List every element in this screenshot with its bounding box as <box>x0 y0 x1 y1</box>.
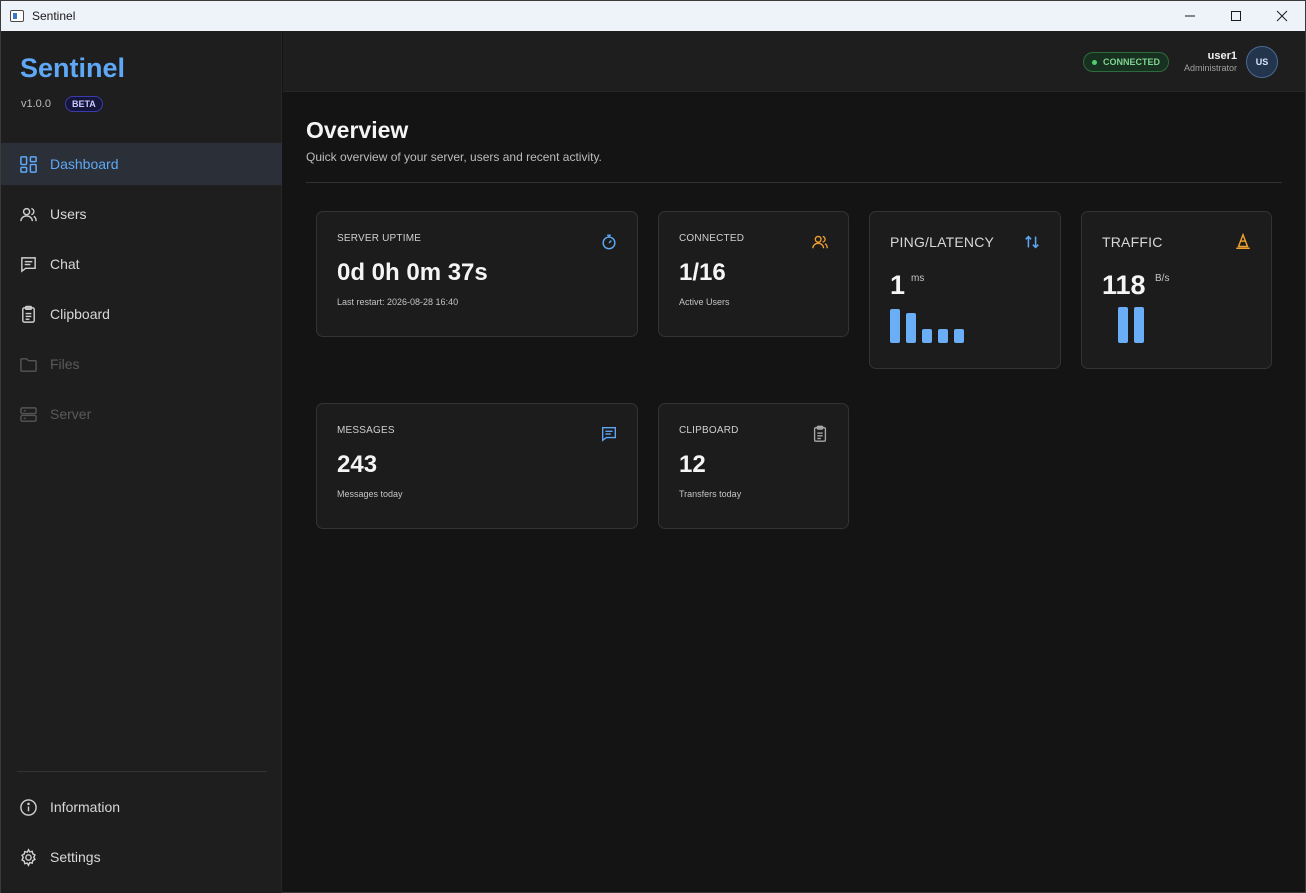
card-unit: ms <box>911 273 925 284</box>
sidebar-item-server[interactable]: Server <box>1 393 282 435</box>
card-value: 12 <box>679 451 706 478</box>
cone-icon <box>1233 232 1253 252</box>
level-bar <box>1118 307 1128 343</box>
user-info[interactable]: user1 Administrator <box>1184 50 1237 73</box>
up-down-arrows-icon <box>1022 232 1042 252</box>
ping-latency-card: PING/LATENCY 1 ms <box>869 211 1061 369</box>
beta-badge: BETA <box>64 96 103 112</box>
sidebar-item-label: Dashboard <box>50 156 119 172</box>
page-subtitle: Quick overview of your server, users and… <box>306 150 602 164</box>
sidebar-item-label: Settings <box>50 849 101 865</box>
connection-status-badge: CONNECTED <box>1083 52 1170 72</box>
sidebar-item-users[interactable]: Users <box>1 193 282 235</box>
clipboard-icon <box>810 424 830 444</box>
card-value: 1 <box>890 270 906 300</box>
status-dot-icon <box>1092 59 1097 65</box>
dashboard-icon <box>18 154 38 174</box>
version-row: v1.0.0 BETA <box>21 96 103 112</box>
sidebar-item-label: Chat <box>50 256 80 272</box>
sidebar-item-information[interactable]: Information <box>1 786 282 828</box>
status-text: CONNECTED <box>1103 57 1161 67</box>
traffic-bars <box>1118 307 1144 343</box>
stopwatch-icon <box>599 232 619 252</box>
app-window: Sentinel Sentinel v1.0.0 BETA Dashboard … <box>0 0 1306 893</box>
traffic-card: TRAFFIC 118 B/s <box>1081 211 1272 369</box>
card-label: CLIPBOARD <box>679 425 739 436</box>
window-controls <box>1167 1 1305 31</box>
page-title: Overview <box>306 117 409 143</box>
sidebar-item-label: Information <box>50 799 121 815</box>
level-bar <box>938 329 948 343</box>
clipboard-icon <box>18 304 38 324</box>
sidebar-item-label: Files <box>50 356 80 372</box>
card-value: 118 <box>1102 270 1146 300</box>
sidebar-divider <box>17 771 267 772</box>
level-bar <box>1134 307 1144 343</box>
card-subtext: Last restart: 2026-08-28 16:40 <box>337 297 459 307</box>
card-label: SERVER UPTIME <box>337 233 422 244</box>
sidebar-item-clipboard[interactable]: Clipboard <box>1 293 282 335</box>
sidebar-item-label: Server <box>50 406 92 422</box>
sidebar-bottom-nav: Information Settings <box>1 786 282 886</box>
users-icon <box>810 232 830 252</box>
server-icon <box>18 404 38 424</box>
sidebar-item-chat[interactable]: Chat <box>1 243 282 285</box>
title-bar: Sentinel <box>1 1 1305 31</box>
minimize-icon <box>1185 15 1195 17</box>
sidebar-item-label: Clipboard <box>50 306 110 322</box>
avatar[interactable]: US <box>1246 46 1278 78</box>
server-uptime-card: SERVER UPTIME 0d 0h 0m 37s Last restart:… <box>316 211 638 337</box>
sidebar-item-files[interactable]: Files <box>1 343 282 385</box>
card-subtext: Transfers today <box>679 489 742 499</box>
ping-bars <box>890 309 964 343</box>
sidebar: Sentinel v1.0.0 BETA Dashboard Users Cha… <box>1 31 282 893</box>
connected-card: CONNECTED 1/16 Active Users <box>658 211 849 337</box>
messages-card: MESSAGES 243 Messages today <box>316 403 638 529</box>
level-bar <box>922 329 932 343</box>
card-label: TRAFFIC <box>1102 234 1163 250</box>
brand-logo-text: Sentinel <box>20 53 126 83</box>
maximize-button[interactable] <box>1213 1 1259 31</box>
card-value: 243 <box>337 451 378 478</box>
user-role: Administrator <box>1183 63 1237 73</box>
card-label: MESSAGES <box>337 425 395 436</box>
minimize-button[interactable] <box>1167 1 1213 31</box>
users-icon <box>18 204 38 224</box>
card-unit: B/s <box>1155 273 1170 284</box>
window-title: Sentinel <box>32 9 76 23</box>
clipboard-card: CLIPBOARD 12 Transfers today <box>658 403 849 529</box>
gear-icon <box>18 847 38 867</box>
card-label: PING/LATENCY <box>890 234 995 250</box>
message-icon <box>599 424 619 444</box>
version-label: v1.0.0 <box>21 98 51 110</box>
level-bar <box>954 329 964 343</box>
folder-icon <box>18 354 38 374</box>
card-subtext: Messages today <box>337 489 403 499</box>
close-icon <box>1276 10 1288 22</box>
user-name: user1 <box>1207 50 1237 62</box>
info-icon <box>18 797 38 817</box>
card-value: 1/16 <box>679 259 726 286</box>
maximize-icon <box>1231 11 1241 21</box>
content-divider <box>306 182 1282 183</box>
level-bar <box>890 309 900 343</box>
sidebar-nav: Dashboard Users Chat Clipboard Files Ser… <box>1 143 282 443</box>
close-button[interactable] <box>1259 1 1305 31</box>
top-header: CONNECTED user1 Administrator US <box>283 31 1305 92</box>
chat-icon <box>18 254 38 274</box>
card-value: 0d 0h 0m 37s <box>337 259 488 286</box>
card-subtext: Active Users <box>679 297 730 307</box>
sidebar-item-dashboard[interactable]: Dashboard <box>1 143 282 185</box>
card-label: CONNECTED <box>679 233 745 244</box>
sidebar-item-settings[interactable]: Settings <box>1 836 282 878</box>
sidebar-item-label: Users <box>50 206 87 222</box>
app-window-icon <box>10 10 24 22</box>
level-bar <box>906 313 916 343</box>
